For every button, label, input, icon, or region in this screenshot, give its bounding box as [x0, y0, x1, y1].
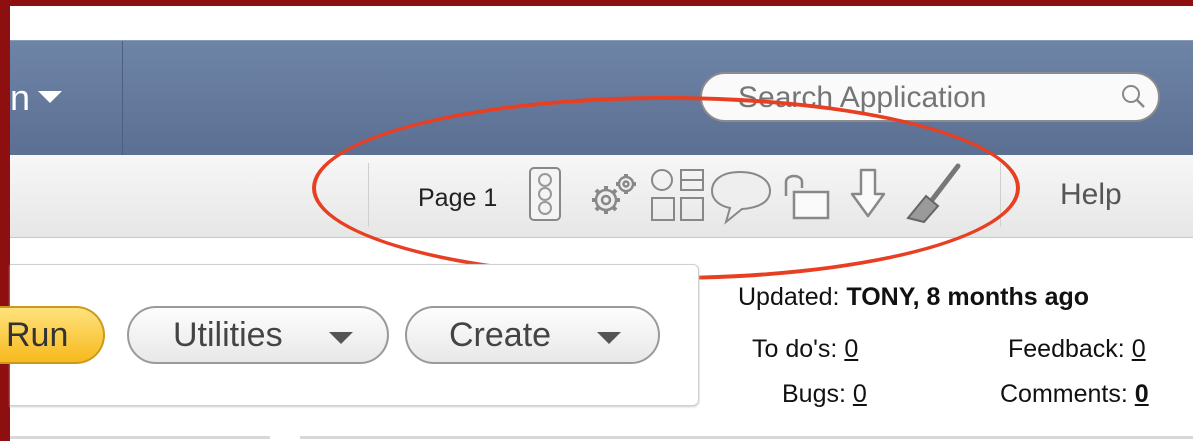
utilities-button-label: Utilities: [173, 316, 283, 354]
create-button[interactable]: Create: [405, 306, 660, 364]
run-button[interactable]: Run: [0, 306, 105, 364]
bugs-info: Bugs: 0: [782, 380, 867, 409]
updated-value: TONY, 8 months ago: [846, 283, 1090, 311]
create-button-label: Create: [449, 316, 552, 354]
help-link[interactable]: Help: [1060, 178, 1122, 212]
updated-info: Updated: TONY, 8 months ago: [738, 283, 1089, 312]
feedback-label: Feedback:: [1008, 335, 1125, 363]
utilities-button[interactable]: Utilities: [127, 306, 389, 364]
bugs-count-link[interactable]: 0: [853, 380, 867, 408]
todos-info: To do's: 0: [752, 335, 858, 364]
comments-label: Comments:: [1000, 380, 1128, 408]
chevron-down-icon: [38, 91, 62, 103]
todos-count-link[interactable]: 0: [844, 335, 858, 363]
chevron-down-icon: [329, 332, 353, 344]
comments-info: Comments: 0: [1000, 380, 1149, 409]
feedback-info: Feedback: 0: [1008, 335, 1146, 364]
comments-count-link[interactable]: 0: [1135, 380, 1149, 408]
bugs-label: Bugs:: [782, 380, 846, 408]
todos-label: To do's:: [752, 335, 838, 363]
nav-menu-label: n: [10, 77, 31, 118]
tab-divider: [10, 436, 270, 439]
updated-label: Updated:: [738, 283, 840, 311]
tab-divider: [300, 436, 1193, 439]
feedback-count-link[interactable]: 0: [1132, 335, 1146, 363]
annotation-oval: [312, 96, 1020, 280]
run-button-label: Run: [6, 315, 69, 354]
frame-border-left: [0, 0, 10, 441]
search-icon[interactable]: [1120, 83, 1146, 109]
chevron-down-icon: [597, 332, 621, 344]
frame-border-top: [0, 0, 1193, 6]
nav-menu-dropdown[interactable]: n: [10, 41, 123, 156]
